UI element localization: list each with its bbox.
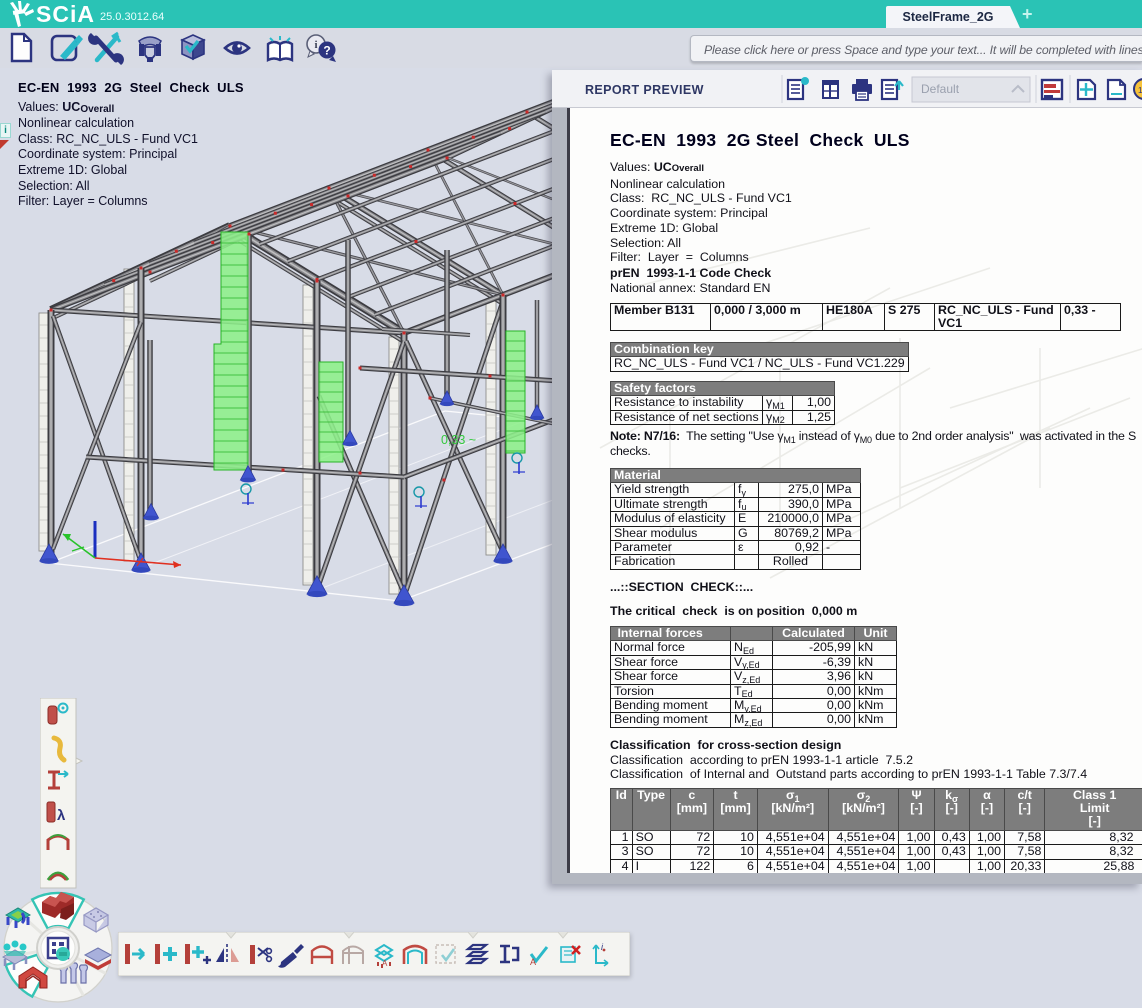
- svg-text:0,33 ~: 0,33 ~: [441, 433, 476, 447]
- svg-text:Default: Default: [921, 82, 960, 96]
- svg-text:A: A: [382, 959, 388, 968]
- svg-text:100: 100: [1138, 86, 1142, 95]
- svg-text:i: i: [314, 39, 317, 51]
- svg-text:?: ?: [323, 44, 330, 58]
- svg-text:λ: λ: [57, 807, 66, 824]
- svg-text:A: A: [530, 957, 536, 967]
